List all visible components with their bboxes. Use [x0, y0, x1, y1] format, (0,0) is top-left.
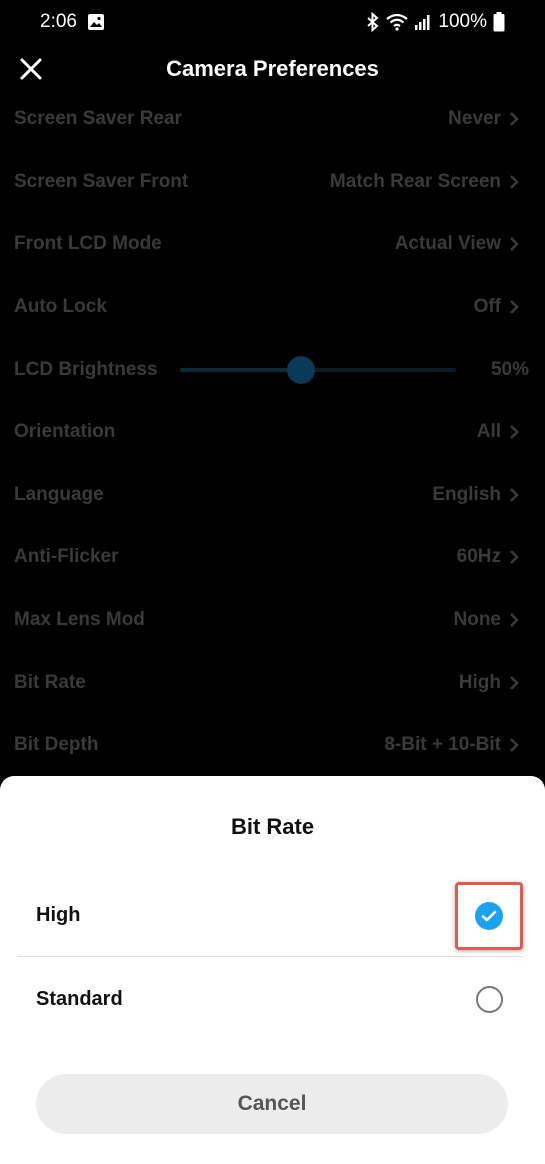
- setting-value: High: [458, 671, 501, 693]
- settings-list: Screen Saver Rear Never Screen Saver Fro…: [0, 88, 545, 777]
- option-label: Standard: [36, 987, 123, 1010]
- brightness-slider[interactable]: [180, 355, 456, 384]
- setting-label: Orientation: [14, 421, 116, 443]
- chevron-right-icon: [510, 300, 519, 314]
- option-label: High: [36, 904, 81, 926]
- chevron-right-icon: [510, 738, 519, 753]
- chevron-right-icon: [510, 675, 519, 690]
- setting-label: Bit Rate: [14, 671, 86, 693]
- wifi-icon: [386, 13, 409, 31]
- chevron-right-icon: [510, 487, 519, 502]
- setting-lcd-brightness: LCD Brightness 50%: [0, 338, 545, 401]
- setting-value: English: [432, 483, 501, 505]
- highlight-box: [455, 881, 523, 950]
- setting-label: Language: [14, 483, 104, 505]
- setting-value: 50%: [490, 358, 529, 380]
- setting-label: Screen Saver Rear: [14, 108, 182, 130]
- option-standard[interactable]: Standard: [18, 958, 523, 1040]
- setting-screen-saver-rear[interactable]: Screen Saver Rear Never: [0, 88, 545, 151]
- setting-label: Screen Saver Front: [14, 170, 189, 192]
- setting-value: Match Rear Screen: [329, 170, 501, 192]
- image-icon: [87, 13, 105, 31]
- signal-icon: [414, 13, 432, 31]
- setting-value: All: [476, 421, 501, 443]
- slider-fill: [180, 367, 302, 372]
- chevron-right-icon: [510, 112, 519, 127]
- setting-value-wrap: Actual View: [395, 233, 519, 255]
- setting-value-wrap: 50%: [491, 359, 529, 381]
- sheet-title: Bit Rate: [230, 814, 315, 839]
- setting-value: Off: [473, 296, 501, 318]
- setting-bit-depth[interactable]: Bit Depth 8-Bit + 10-Bit: [0, 714, 545, 777]
- slider-thumb[interactable]: [287, 355, 316, 384]
- chevron-right-icon: [510, 175, 519, 189]
- chevron-right-icon: [510, 237, 519, 252]
- close-icon[interactable]: [18, 56, 44, 82]
- battery-percent: 100%: [438, 11, 487, 32]
- bluetooth-icon: [366, 12, 380, 32]
- setting-label: Auto Lock: [14, 296, 107, 318]
- bit-rate-sheet: Bit Rate High Standard Cancel: [0, 776, 545, 1164]
- setting-value-wrap: Off: [474, 296, 519, 318]
- setting-screen-saver-front[interactable]: Screen Saver Front Match Rear Screen: [0, 151, 545, 214]
- chevron-right-icon: [510, 550, 519, 565]
- setting-max-lens-mod[interactable]: Max Lens Mod None: [0, 589, 545, 652]
- header: Camera Preferences: [0, 44, 545, 94]
- setting-value-wrap: Match Rear Screen: [330, 171, 519, 193]
- radio-checked-icon[interactable]: [475, 901, 503, 930]
- chevron-right-icon: [510, 613, 519, 627]
- setting-value-wrap: 8-Bit + 10-Bit: [384, 734, 519, 756]
- setting-value-wrap: English: [432, 484, 519, 506]
- chevron-right-icon: [510, 425, 519, 440]
- setting-language[interactable]: Language English: [0, 464, 545, 527]
- setting-anti-flicker[interactable]: Anti-Flicker 60Hz: [0, 526, 545, 589]
- setting-value-wrap: Never: [448, 108, 519, 130]
- setting-value: Actual View: [394, 233, 501, 255]
- setting-value-wrap: 60Hz: [457, 546, 519, 568]
- status-right: 100%: [366, 11, 505, 33]
- cancel-button[interactable]: Cancel: [36, 1074, 508, 1134]
- battery-icon: [493, 12, 505, 32]
- setting-label: Max Lens Mod: [14, 609, 145, 631]
- setting-orientation[interactable]: Orientation All: [0, 401, 545, 464]
- setting-label: LCD Brightness: [14, 358, 158, 380]
- setting-front-lcd-mode[interactable]: Front LCD Mode Actual View: [0, 213, 545, 276]
- radio-unchecked-icon[interactable]: [475, 985, 503, 1013]
- setting-value: Never: [448, 108, 501, 130]
- setting-bit-rate[interactable]: Bit Rate High: [0, 651, 545, 714]
- setting-label: Front LCD Mode: [14, 233, 162, 255]
- setting-label: Bit Depth: [14, 734, 99, 756]
- setting-value: 8-Bit + 10-Bit: [384, 734, 501, 756]
- setting-auto-lock[interactable]: Auto Lock Off: [0, 276, 545, 339]
- option-high[interactable]: High: [18, 875, 523, 957]
- setting-value-wrap: None: [454, 609, 520, 631]
- radio-wrap: [455, 965, 523, 1033]
- setting-label: Anti-Flicker: [14, 546, 119, 568]
- page-title: Camera Preferences: [166, 56, 379, 81]
- setting-value: 60Hz: [456, 546, 501, 568]
- setting-value-wrap: High: [459, 672, 519, 694]
- status-left: 2:06: [40, 11, 105, 33]
- setting-value: None: [453, 609, 502, 631]
- status-time: 2:06: [40, 11, 77, 32]
- status-bar: 2:06 100%: [0, 0, 545, 44]
- setting-value-wrap: All: [477, 421, 519, 443]
